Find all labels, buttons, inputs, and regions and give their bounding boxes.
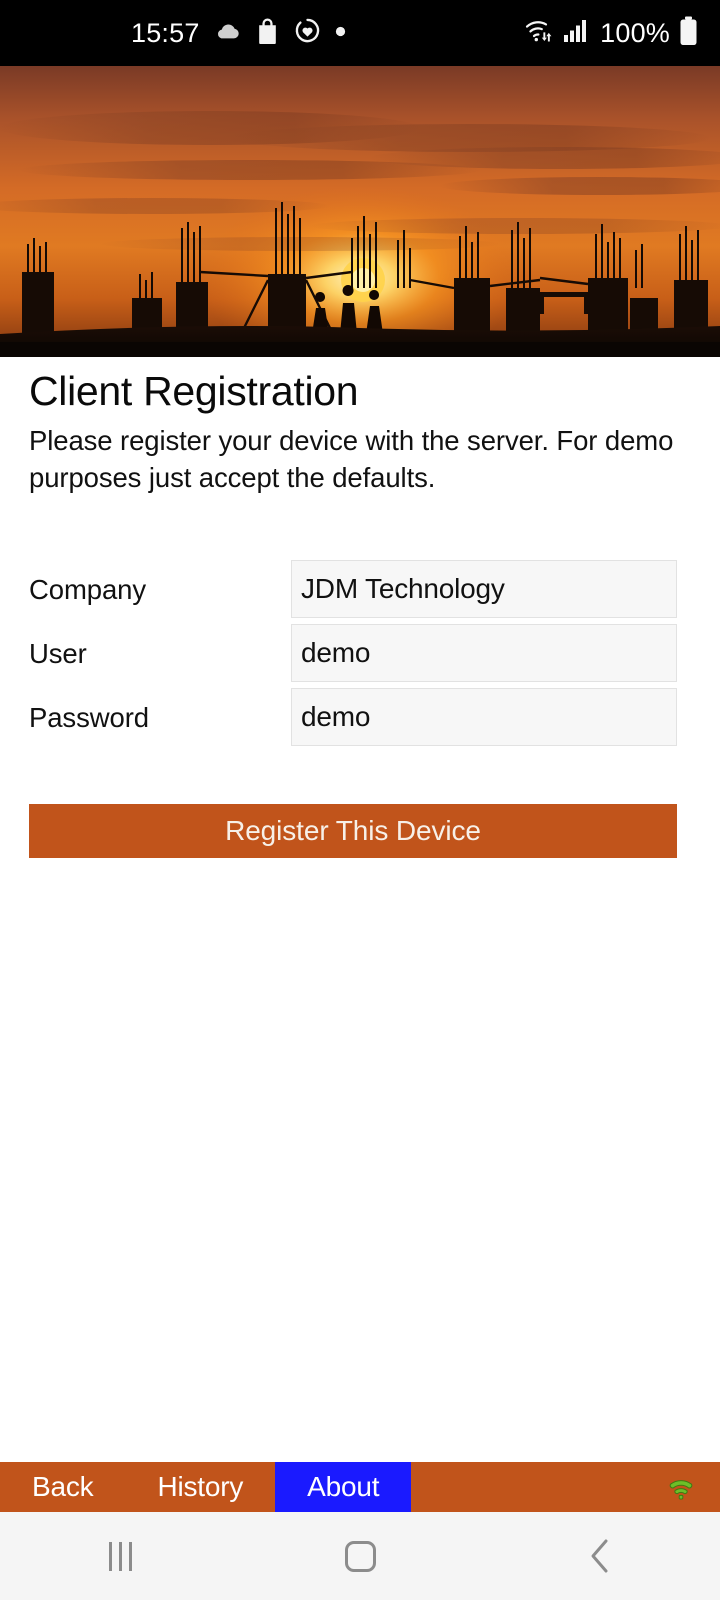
construction-site-sunset-photo — [0, 66, 720, 357]
phone-screen: 15:57 100% Client Registration Please re… — [0, 0, 720, 1600]
user-input[interactable] — [291, 624, 677, 683]
main-content: Client Registration Please register your… — [0, 357, 720, 859]
company-label: Company — [29, 574, 146, 606]
form-row-company: Company — [0, 558, 720, 622]
password-label: Password — [29, 702, 149, 734]
nav-item-back[interactable]: Back — [0, 1462, 125, 1512]
battery-full-icon — [679, 16, 698, 51]
recents-icon[interactable] — [0, 1541, 240, 1571]
register-this-device-button[interactable]: Register This Device — [29, 804, 677, 859]
submit-button-wrap: Register This Device — [0, 804, 720, 859]
form-row-password: Password — [0, 686, 720, 750]
status-bar-left: 15:57 — [131, 17, 346, 49]
page-description: Please register your device with the ser… — [29, 425, 674, 493]
battery-percent-label: 100% — [600, 17, 670, 48]
nav-item-history[interactable]: History — [125, 1462, 275, 1512]
status-bar-right: 100% — [524, 16, 698, 51]
home-icon[interactable] — [240, 1540, 480, 1572]
nav-item-about[interactable]: About — [275, 1462, 412, 1512]
form-row-user: User — [0, 622, 720, 686]
dot-icon — [335, 24, 346, 42]
back-icon[interactable] — [480, 1538, 720, 1574]
page-title: Client Registration — [29, 368, 359, 414]
wifi-signal-green-icon[interactable] — [667, 1462, 720, 1512]
status-bar: 15:57 100% — [0, 0, 720, 66]
status-clock: 15:57 — [131, 17, 200, 48]
shopping-bag-icon — [255, 17, 280, 49]
app-bottom-nav: Back History About — [0, 1462, 720, 1512]
heart-circle-icon — [294, 17, 321, 49]
cloud-icon — [214, 17, 241, 49]
user-label: User — [29, 638, 87, 670]
wifi-transfer-icon — [524, 17, 554, 49]
android-system-nav — [0, 1512, 720, 1600]
company-input[interactable] — [291, 560, 677, 619]
password-input[interactable] — [291, 688, 677, 747]
cellular-signal-icon — [563, 18, 591, 48]
registration-form: Company User Password Register This Devi… — [0, 558, 720, 859]
